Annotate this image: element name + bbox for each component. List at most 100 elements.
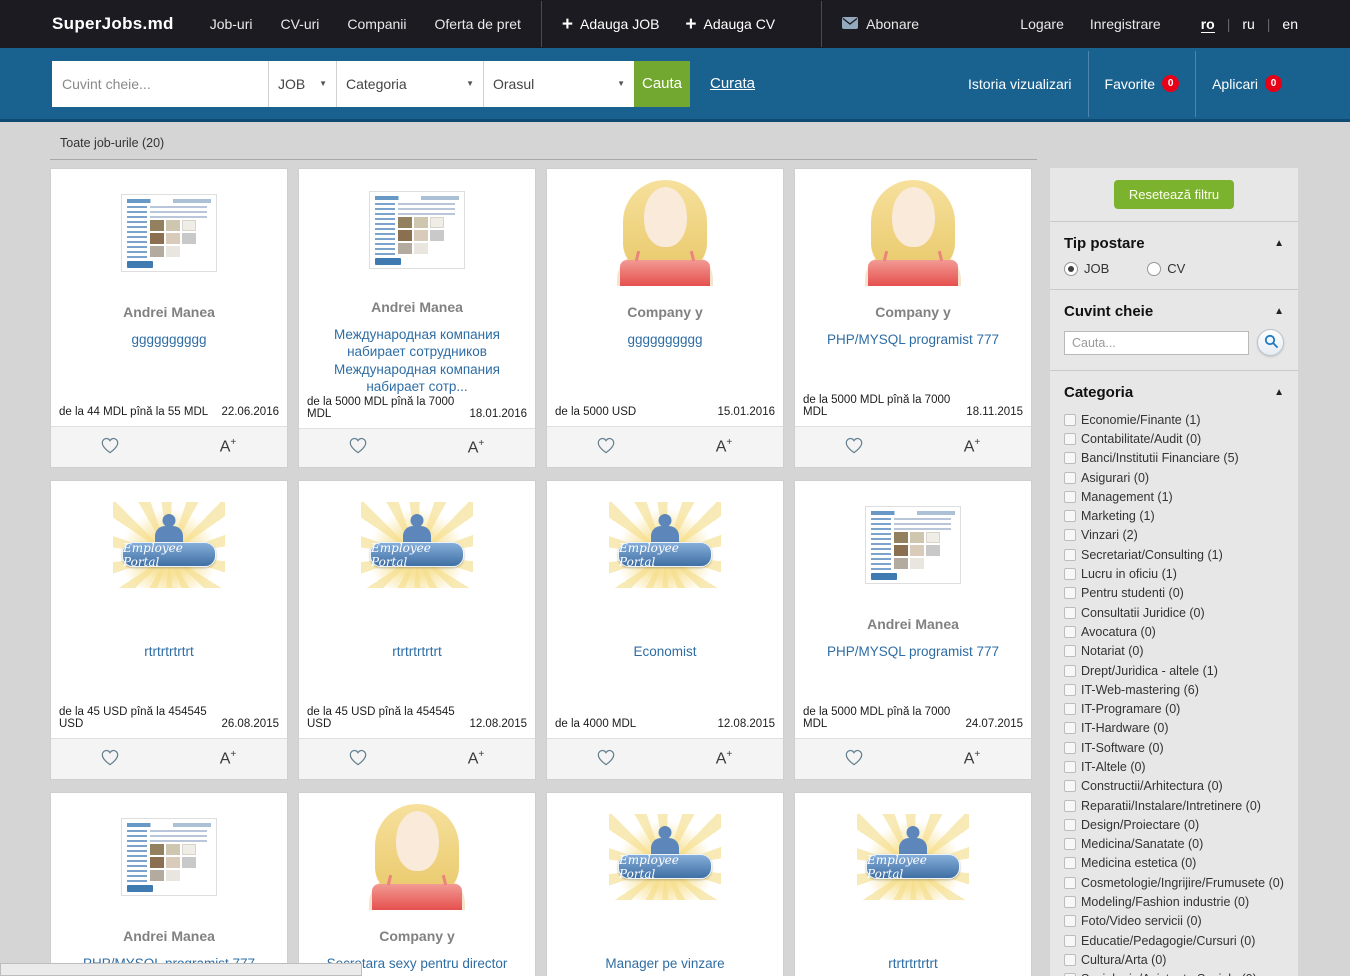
view-history-link[interactable]: Istoria vizualizari bbox=[952, 47, 1087, 121]
category-checkbox-item[interactable]: Medicina estetica (0) bbox=[1064, 854, 1284, 873]
job-title-link[interactable]: Manager pe vinzare bbox=[547, 955, 783, 973]
category-checkbox-item[interactable]: Reparatii/Instalare/Intretinere (0) bbox=[1064, 796, 1284, 815]
login-link[interactable]: Logare bbox=[1020, 16, 1064, 32]
job-thumbnail[interactable]: Employee Portal bbox=[299, 481, 535, 609]
job-title-link[interactable]: Международная компания набирает сотрудни… bbox=[299, 326, 535, 396]
clear-search-link[interactable]: Curata bbox=[710, 75, 755, 92]
job-thumbnail[interactable]: Employee Portal bbox=[547, 169, 783, 297]
category-checkbox-item[interactable]: Foto/Video servicii (0) bbox=[1064, 912, 1284, 931]
category-checkbox-item[interactable]: Contabilitate/Audit (0) bbox=[1064, 429, 1284, 448]
category-checkbox-item[interactable]: Educatie/Pedagogie/Cursuri (0) bbox=[1064, 931, 1284, 950]
category-checkbox-item[interactable]: Banci/Institutii Financiare (5) bbox=[1064, 449, 1284, 468]
register-link[interactable]: Inregistrare bbox=[1090, 16, 1161, 32]
category-checkbox-item[interactable]: Asigurari (0) bbox=[1064, 468, 1284, 487]
job-title-link[interactable]: gggggggggg bbox=[547, 331, 783, 349]
category-checkbox-item[interactable]: Management (1) bbox=[1064, 487, 1284, 506]
category-checkbox-item[interactable]: Consultatii Juridice (0) bbox=[1064, 603, 1284, 622]
category-checkbox-item[interactable]: Modeling/Fashion industrie (0) bbox=[1064, 892, 1284, 911]
category-checkbox-item[interactable]: Medicina/Sanatate (0) bbox=[1064, 835, 1284, 854]
section-title: Tip postare bbox=[1064, 235, 1145, 252]
radio-cv[interactable]: CV bbox=[1147, 261, 1185, 276]
category-checkbox-item[interactable]: IT-Hardware (0) bbox=[1064, 719, 1284, 738]
job-title-link[interactable]: rtrtrtrtrtrt bbox=[299, 643, 535, 661]
horizontal-scrollbar[interactable] bbox=[0, 963, 362, 976]
category-checkbox-item[interactable]: Lucru in oficiu (1) bbox=[1064, 564, 1284, 583]
nav-cvs[interactable]: CV-uri bbox=[280, 16, 319, 32]
category-checkbox-item[interactable]: Cultura/Arta (0) bbox=[1064, 950, 1284, 969]
job-thumbnail[interactable]: Employee Portal bbox=[547, 481, 783, 609]
keyword-filter-input[interactable] bbox=[1064, 331, 1249, 355]
job-title-link[interactable]: gggggggggg bbox=[51, 331, 287, 349]
lang-en[interactable]: en bbox=[1282, 16, 1298, 32]
site-logo[interactable]: SuperJobs.md bbox=[52, 14, 174, 34]
job-thumbnail[interactable]: Employee Portal bbox=[547, 793, 783, 921]
category-checkbox-item[interactable]: Secretariat/Consulting (1) bbox=[1064, 545, 1284, 564]
collapse-icon[interactable]: ▲ bbox=[1274, 238, 1284, 249]
radio-job[interactable]: JOB bbox=[1064, 261, 1109, 276]
subscribe-button[interactable]: Abonare bbox=[842, 16, 919, 32]
category-checkbox-item[interactable]: Notariat (0) bbox=[1064, 642, 1284, 661]
job-thumbnail[interactable]: Employee Portal bbox=[51, 793, 287, 921]
favorite-button[interactable] bbox=[795, 739, 913, 779]
job-thumbnail[interactable]: Employee Portal bbox=[299, 169, 535, 292]
city-select[interactable]: Orasul ▼ bbox=[483, 61, 634, 107]
job-thumbnail[interactable]: Employee Portal bbox=[795, 793, 1031, 921]
category-checkbox-item[interactable]: Cosmetologie/Ingrijire/Frumusete (0) bbox=[1064, 873, 1284, 892]
favorites-link[interactable]: Favorite 0 bbox=[1089, 47, 1196, 121]
apply-button[interactable]: A+ bbox=[169, 739, 287, 779]
type-select[interactable]: JOB ▼ bbox=[268, 61, 336, 107]
job-title-link[interactable]: PHP/MYSQL programist 777 bbox=[795, 331, 1031, 349]
job-thumbnail[interactable]: Employee Portal bbox=[51, 169, 287, 297]
job-thumbnail[interactable]: Employee Portal bbox=[795, 169, 1031, 297]
job-title-link[interactable]: rtrtrtrtrtrt bbox=[795, 955, 1031, 973]
favorite-button[interactable] bbox=[795, 427, 913, 467]
apply-button[interactable]: A+ bbox=[665, 739, 783, 779]
add-cv-button[interactable]: + Adauga CV bbox=[685, 15, 775, 34]
category-checkbox-item[interactable]: Avocatura (0) bbox=[1064, 622, 1284, 641]
add-job-button[interactable]: + Adauga JOB bbox=[562, 15, 660, 34]
apply-button[interactable]: A+ bbox=[417, 739, 535, 779]
job-thumbnail[interactable]: Employee Portal bbox=[795, 481, 1031, 609]
category-checkbox-item[interactable]: Pentru studenti (0) bbox=[1064, 584, 1284, 603]
search-button[interactable]: Cauta bbox=[634, 61, 690, 107]
apply-button[interactable]: A+ bbox=[665, 427, 783, 467]
search-input[interactable] bbox=[52, 61, 268, 107]
reset-filter-button[interactable]: Resetează filtru bbox=[1114, 180, 1234, 209]
category-checkbox-item[interactable]: IT-Programare (0) bbox=[1064, 699, 1284, 718]
applications-link[interactable]: Aplicari 0 bbox=[1196, 47, 1298, 121]
category-checkbox-item[interactable]: Constructii/Arhitectura (0) bbox=[1064, 777, 1284, 796]
apply-button[interactable]: A+ bbox=[417, 429, 535, 467]
apply-button[interactable]: A+ bbox=[169, 427, 287, 467]
category-checkbox-item[interactable]: Sociologie/Asistenta Sociala (0) bbox=[1064, 970, 1284, 976]
job-thumbnail[interactable]: Employee Portal bbox=[51, 481, 287, 609]
favorite-button[interactable] bbox=[547, 427, 665, 467]
nav-companies[interactable]: Companii bbox=[347, 16, 406, 32]
category-checkbox-item[interactable]: Marketing (1) bbox=[1064, 506, 1284, 525]
category-checkbox-item[interactable]: Design/Proiectare (0) bbox=[1064, 815, 1284, 834]
favorite-button[interactable] bbox=[51, 739, 169, 779]
favorite-button[interactable] bbox=[51, 427, 169, 467]
collapse-icon[interactable]: ▲ bbox=[1274, 387, 1284, 398]
keyword-search-button[interactable] bbox=[1257, 329, 1284, 356]
favorite-button[interactable] bbox=[299, 739, 417, 779]
job-thumbnail[interactable]: Employee Portal bbox=[299, 793, 535, 921]
category-checkbox-item[interactable]: IT-Software (0) bbox=[1064, 738, 1284, 757]
category-checkbox-item[interactable]: IT-Altele (0) bbox=[1064, 757, 1284, 776]
job-title-link[interactable]: Economist bbox=[547, 643, 783, 661]
nav-jobs[interactable]: Job-uri bbox=[210, 16, 253, 32]
favorite-button[interactable] bbox=[547, 739, 665, 779]
category-select[interactable]: Categoria ▼ bbox=[336, 61, 483, 107]
category-checkbox-item[interactable]: IT-Web-mastering (6) bbox=[1064, 680, 1284, 699]
nav-pricing[interactable]: Oferta de pret bbox=[435, 16, 521, 32]
category-checkbox-item[interactable]: Economie/Finante (1) bbox=[1064, 410, 1284, 429]
category-checkbox-item[interactable]: Vinzari (2) bbox=[1064, 526, 1284, 545]
job-title-link[interactable]: rtrtrtrtrtrt bbox=[51, 643, 287, 661]
category-checkbox-item[interactable]: Drept/Juridica - altele (1) bbox=[1064, 661, 1284, 680]
lang-ru[interactable]: ru bbox=[1242, 16, 1254, 32]
collapse-icon[interactable]: ▲ bbox=[1274, 306, 1284, 317]
favorite-button[interactable] bbox=[299, 429, 417, 467]
job-title-link[interactable]: PHP/MYSQL programist 777 bbox=[795, 643, 1031, 661]
apply-button[interactable]: A+ bbox=[913, 427, 1031, 467]
lang-ro[interactable]: ro bbox=[1201, 16, 1215, 33]
apply-button[interactable]: A+ bbox=[913, 739, 1031, 779]
